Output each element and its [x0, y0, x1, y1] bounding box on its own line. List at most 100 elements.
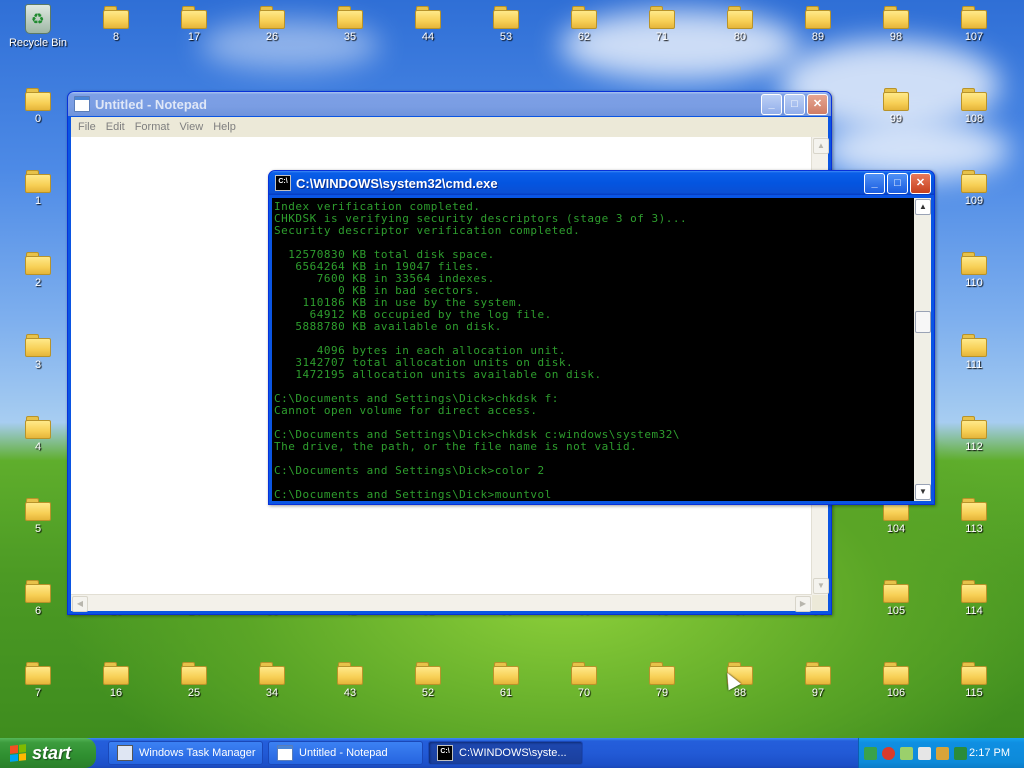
folder-label: 61 [499, 687, 513, 699]
desktop-folder-icon[interactable]: 35 [320, 0, 380, 58]
folder-label: 2 [34, 277, 42, 289]
desktop-folder-icon[interactable]: 88 [710, 656, 770, 714]
cmd-close-button[interactable]: ✕ [910, 172, 931, 194]
notepad-icon [277, 745, 293, 761]
taskbar-button-task-manager[interactable]: Windows Task Manager [108, 741, 263, 765]
desktop-folder-icon[interactable]: 4 [8, 410, 68, 468]
desktop-folder-icon[interactable]: 105 [866, 574, 926, 632]
taskbar-button-notepad[interactable]: Untitled - Notepad [268, 741, 423, 765]
desktop-folder-icon[interactable]: 52 [398, 656, 458, 714]
desktop-folder-icon[interactable]: 7 [8, 656, 68, 714]
taskbar-button-cmd[interactable]: C:\ C:\WINDOWS\syste... [428, 741, 583, 765]
taskbar: start Windows Task Manager Untitled - No… [0, 738, 1024, 768]
folder-icon [571, 6, 597, 29]
notepad-close-button[interactable]: ✕ [807, 93, 828, 115]
cmd-window[interactable]: C:\ C:\WINDOWS\system32\cmd.exe _ □ ✕ In… [268, 170, 935, 505]
desktop-folder-icon[interactable]: 110 [944, 246, 1004, 304]
desktop-folder-icon[interactable]: 5 [8, 492, 68, 550]
desktop-folder-icon[interactable]: 16 [86, 656, 146, 714]
cmd-vertical-scrollbar[interactable]: ▲ ▼ [914, 198, 931, 501]
desktop-folder-icon[interactable]: 107 [944, 0, 1004, 58]
desktop-folder-icon[interactable]: 25 [164, 656, 224, 714]
desktop-folder-icon[interactable]: 109 [944, 164, 1004, 222]
desktop-folder-icon[interactable]: 71 [632, 0, 692, 58]
resize-grip[interactable] [812, 595, 828, 611]
desktop-folder-icon[interactable]: 106 [866, 656, 926, 714]
desktop-folder-icon[interactable]: 97 [788, 656, 848, 714]
desktop-folder-icon[interactable]: 98 [866, 0, 926, 58]
notepad-minimize-button[interactable]: _ [761, 93, 782, 115]
scroll-down-icon[interactable]: ▼ [813, 578, 829, 594]
clock[interactable]: 2:17 PM [969, 747, 1010, 759]
desktop-folder-icon[interactable]: 43 [320, 656, 380, 714]
desktop-folder-icon[interactable]: 3 [8, 328, 68, 386]
notepad-titlebar[interactable]: Untitled - Notepad _ □ ✕ [68, 92, 831, 116]
start-button[interactable]: start [0, 738, 96, 768]
monitor-icon[interactable] [954, 746, 967, 760]
desktop-folder-icon[interactable]: 113 [944, 492, 1004, 550]
desktop-folder-icon[interactable]: 99 [866, 82, 926, 140]
desktop-folder-icon[interactable]: 1 [8, 164, 68, 222]
usb-icon[interactable] [936, 746, 949, 760]
folder-icon [415, 6, 441, 29]
folder-icon [25, 498, 51, 521]
desktop-folder-icon[interactable]: 80 [710, 0, 770, 58]
folder-icon [961, 6, 987, 29]
scroll-thumb[interactable] [915, 311, 931, 333]
menu-format[interactable]: Format [130, 121, 175, 133]
desktop-folder-icon[interactable]: 89 [788, 0, 848, 58]
cmd-titlebar[interactable]: C:\ C:\WINDOWS\system32\cmd.exe _ □ ✕ [269, 171, 934, 195]
desktop-folder-icon[interactable]: 79 [632, 656, 692, 714]
menu-edit[interactable]: Edit [101, 121, 130, 133]
desktop-folder-icon[interactable]: 34 [242, 656, 302, 714]
volume-icon[interactable] [918, 746, 931, 760]
desktop-folder-icon[interactable]: 17 [164, 0, 224, 58]
scroll-down-icon[interactable]: ▼ [915, 484, 931, 500]
folder-label: 111 [965, 359, 983, 371]
folder-label: 52 [421, 687, 435, 699]
menu-file[interactable]: File [73, 121, 101, 133]
menu-help[interactable]: Help [208, 121, 241, 133]
desktop-folder-icon[interactable]: 114 [944, 574, 1004, 632]
scroll-left-icon[interactable]: ◀ [72, 596, 88, 612]
desktop-folder-icon[interactable]: 26 [242, 0, 302, 58]
desktop-folder-icon[interactable]: 2 [8, 246, 68, 304]
menu-view[interactable]: View [175, 121, 209, 133]
folder-label: 8 [112, 31, 120, 43]
cmd-minimize-button[interactable]: _ [864, 172, 885, 194]
scroll-up-icon[interactable]: ▲ [813, 138, 829, 154]
desktop-folder-icon[interactable]: 0 [8, 82, 68, 140]
scroll-up-icon[interactable]: ▲ [915, 199, 931, 215]
notepad-horizontal-scrollbar[interactable]: ◀ ▶ [71, 594, 812, 612]
scroll-right-icon[interactable]: ▶ [795, 596, 811, 612]
folder-icon [961, 334, 987, 357]
recycle-bin-label: Recycle Bin [8, 37, 68, 49]
windows-logo-icon [10, 744, 26, 762]
desktop-folder-icon[interactable]: 108 [944, 82, 1004, 140]
desktop-folder-icon[interactable]: 44 [398, 0, 458, 58]
system-tray: 2:17 PM [858, 738, 1024, 768]
desktop-folder-icon[interactable]: 61 [476, 656, 536, 714]
desktop-folder-icon[interactable]: 6 [8, 574, 68, 632]
desktop-folder-icon[interactable]: 53 [476, 0, 536, 58]
network-icon[interactable] [864, 746, 877, 760]
desktop-folder-icon[interactable]: 70 [554, 656, 614, 714]
security-shield-icon[interactable] [882, 746, 895, 760]
desktop-folder-icon[interactable]: 111 [944, 328, 1004, 386]
desktop-folder-icon[interactable]: 112 [944, 410, 1004, 468]
folder-label: 110 [965, 277, 983, 289]
desktop-folder-icon[interactable]: 115 [944, 656, 1004, 714]
folder-label: 98 [889, 31, 903, 43]
update-icon[interactable] [900, 746, 913, 760]
recycle-bin-icon[interactable]: ♻ Recycle Bin [8, 2, 68, 60]
folder-label: 1 [34, 195, 42, 207]
desktop-folder-icon[interactable]: 62 [554, 0, 614, 58]
notepad-maximize-button[interactable]: □ [784, 93, 805, 115]
cmd-icon: C:\ [437, 745, 453, 761]
folder-icon [649, 6, 675, 29]
folder-label: 88 [733, 687, 747, 699]
cmd-maximize-button[interactable]: □ [887, 172, 908, 194]
cmd-console[interactable]: Index verification completed. CHKDSK is v… [272, 198, 931, 501]
folder-icon [103, 662, 129, 685]
desktop-folder-icon[interactable]: 8 [86, 0, 146, 58]
